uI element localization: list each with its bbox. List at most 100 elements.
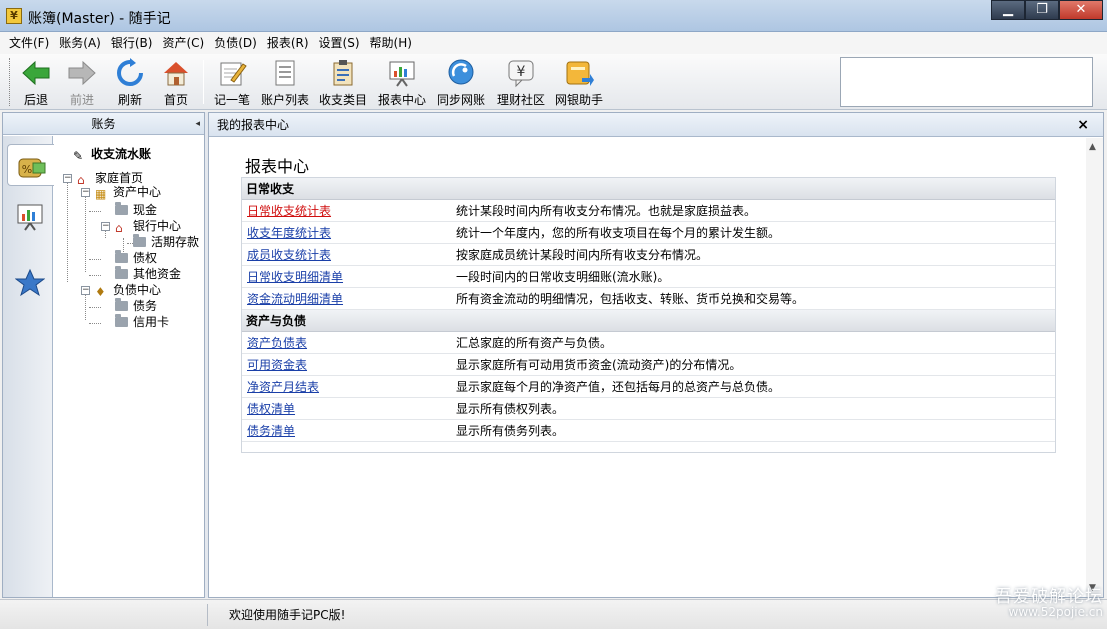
tree-item-claims-label: 债权 [133, 251, 158, 265]
tab-reports[interactable] [7, 196, 51, 238]
menu-file[interactable]: 文件(F) [4, 32, 54, 54]
tree-expander-bank[interactable]: − [101, 222, 110, 231]
home-label: 首页 [163, 93, 188, 107]
report-list: 日常收支 日常收支统计表 统计某段时间内所有收支分布情况。也就是家庭损益表。 收… [241, 177, 1056, 453]
menu-accounts[interactable]: 账务(A) [54, 32, 106, 54]
ebank-button[interactable]: 网银助手 [553, 58, 605, 108]
search-input[interactable] [840, 57, 1093, 107]
svg-text:%: % [22, 163, 32, 176]
report-link-member-stats[interactable]: 成员收支统计表 [247, 244, 331, 266]
watermark-line2: www.52pojie.cn [1008, 605, 1103, 619]
menu-bank[interactable]: 银行(B) [106, 32, 158, 54]
menu-settings[interactable]: 设置(S) [314, 32, 365, 54]
tab-accounts[interactable]: % [7, 144, 54, 186]
menu-reports[interactable]: 报表(R) [262, 32, 314, 54]
report-row: 成员收支统计表 按家庭成员统计某段时间内所有收支分布情况。 [242, 244, 1055, 266]
tree-expander-assets[interactable]: − [81, 188, 90, 197]
report-link-balance-sheet[interactable]: 资产负债表 [247, 332, 307, 354]
money-bag-small-icon: ♦ [95, 285, 106, 299]
accounts-button[interactable]: 账户列表 [260, 58, 310, 108]
sync-satellite-icon [448, 59, 474, 85]
presentation-chart-icon [389, 61, 415, 87]
report-link-available-funds[interactable]: 可用资金表 [247, 354, 307, 376]
svg-text:¥: ¥ [517, 64, 526, 80]
tree-item-bank-label: 银行中心 [133, 219, 182, 233]
tree-root[interactable]: ✎ 收支流水账 [73, 146, 152, 163]
clipboard-icon [333, 60, 353, 86]
main-tab-title[interactable]: 我的报表中心 [217, 118, 289, 132]
report-description: 显示所有债权列表。 [456, 402, 565, 416]
tree-item-cash[interactable]: 现金 [115, 202, 157, 218]
sync-button[interactable]: 同步网账 [436, 58, 486, 108]
refresh-label: 刷新 [117, 93, 142, 107]
menu-assets[interactable]: 资产(C) [157, 32, 209, 54]
report-link-daily-stats[interactable]: 日常收支统计表 [247, 200, 331, 222]
report-link-daily-detail[interactable]: 日常收支明细清单 [247, 266, 343, 288]
community-button[interactable]: ¥ 理财社区 [496, 58, 546, 108]
report-row: 净资产月结表 显示家庭每个月的净资产值，还包括每月的总资产与总负债。 [242, 376, 1055, 398]
tree-line [67, 178, 68, 282]
maximize-button[interactable]: ❐ [1025, 0, 1059, 20]
report-link-net-assets-monthly[interactable]: 净资产月结表 [247, 376, 319, 398]
tree-item-liabilities[interactable]: ♦ 负债中心 [95, 282, 162, 299]
page-title: 报表中心 [245, 157, 310, 176]
vertical-scrollbar[interactable]: ▲ ▼ [1086, 138, 1103, 597]
close-tab-icon[interactable]: × [1077, 113, 1089, 137]
tree-item-claims[interactable]: 债权 [115, 250, 157, 266]
status-separator [207, 604, 208, 626]
folder-icon [115, 266, 128, 279]
community-label: 理财社区 [496, 93, 545, 107]
money-bag-icon: % [18, 158, 46, 178]
tree-item-home-label: 家庭首页 [95, 171, 144, 185]
tree-root-label: 收支流水账 [91, 147, 152, 161]
report-description: 统计某段时间内所有收支分布情况。也就是家庭损益表。 [456, 204, 757, 218]
main-panel: 我的报表中心 × 报表中心 日常收支 日常收支统计表 统计某段时间内所有收支分布… [208, 112, 1104, 598]
tree-expander-home[interactable]: − [63, 174, 72, 183]
record-label: 记一笔 [213, 93, 250, 107]
home-button[interactable]: 首页 [158, 58, 194, 108]
home-icon [164, 62, 188, 86]
tree-item-credit-card[interactable]: 信用卡 [115, 314, 169, 330]
report-link-debts-list[interactable]: 债务清单 [247, 420, 295, 442]
categories-button[interactable]: 收支类目 [318, 58, 368, 108]
forward-button[interactable]: 前进 [64, 58, 100, 108]
refresh-button[interactable]: 刷新 [112, 58, 148, 108]
tree-item-assets[interactable]: ▦ 资产中心 [95, 184, 161, 201]
forward-label: 前进 [69, 93, 94, 107]
tree-item-liabilities-label: 负债中心 [113, 283, 162, 297]
window-title: 账簿(Master) - 随手记 [28, 11, 171, 27]
report-description: 统计一个年度内，您的所有收支项目在每个月的累计发生额。 [456, 226, 781, 240]
tree-item-bank[interactable]: ⌂ 银行中心 [115, 218, 182, 235]
tree-expander-liabilities[interactable]: − [81, 286, 90, 295]
title-bar[interactable]: ¥ 账簿(Master) - 随手记 ▁ ❐ ✕ [0, 0, 1107, 32]
collapse-left-arrow-icon[interactable]: ◂ [195, 113, 200, 135]
menu-bar: 文件(F) 账务(A) 银行(B) 资产(C) 负债(D) 报表(R) 设置(S… [0, 32, 1107, 54]
ebank-folder-icon [566, 61, 594, 86]
report-row: 日常收支明细清单 一段时间内的日常收支明细账(流水账)。 [242, 266, 1055, 288]
back-button[interactable]: 后退 [18, 58, 54, 108]
report-row: 可用资金表 显示家庭所有可动用货币资金(流动资产)的分布情况。 [242, 354, 1055, 376]
report-link-annual-stats[interactable]: 收支年度统计表 [247, 222, 331, 244]
tree-item-debts[interactable]: 债务 [115, 298, 157, 314]
toolbar-grip[interactable] [9, 58, 12, 106]
watermark-line1: 吾爱破解论坛 [995, 587, 1103, 607]
close-button[interactable]: ✕ [1059, 0, 1103, 20]
accounts-label: 账户列表 [260, 93, 309, 107]
report-link-cashflow-detail[interactable]: 资金流动明细清单 [247, 288, 343, 310]
report-link-claims-list[interactable]: 债权清单 [247, 398, 295, 420]
record-button[interactable]: 记一笔 [212, 58, 252, 108]
tab-favorites[interactable] [7, 262, 51, 304]
bank-icon: ⌂ [115, 221, 123, 235]
tree-item-other-funds[interactable]: 其他资金 [115, 266, 181, 282]
tree-item-demand-deposit[interactable]: 活期存款 [133, 234, 199, 250]
star-icon [15, 268, 45, 297]
forward-arrow-icon [68, 60, 96, 86]
report-row: 债权清单 显示所有债权列表。 [242, 398, 1055, 420]
main-panel-header: 我的报表中心 × [209, 113, 1103, 137]
reports-button[interactable]: 报表中心 [377, 58, 427, 108]
minimize-button[interactable]: ▁ [991, 0, 1025, 20]
menu-liabilities[interactable]: 负债(D) [209, 32, 262, 54]
menu-help[interactable]: 帮助(H) [365, 32, 417, 54]
tree-line [89, 275, 101, 276]
scroll-up-arrow-icon[interactable]: ▲ [1089, 142, 1096, 152]
